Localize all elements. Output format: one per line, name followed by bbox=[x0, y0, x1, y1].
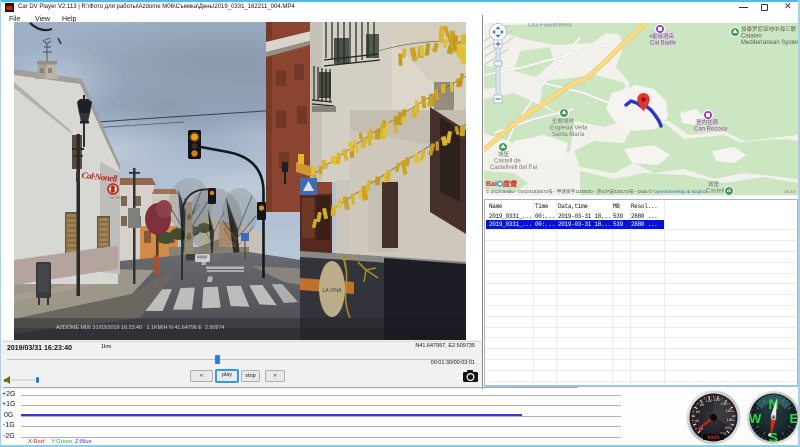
svg-text:Cal Badle: Cal Badle bbox=[650, 41, 677, 47]
svg-text:Castell de: Castell de bbox=[494, 159, 521, 165]
svg-text:Ctra Palautordera: Ctra Palautordera bbox=[528, 23, 572, 29]
svg-text:Castell de: Castell de bbox=[706, 189, 733, 195]
svg-text:Catalan: Catalan bbox=[741, 34, 762, 40]
svg-text:80: 80 bbox=[700, 402, 705, 407]
svg-text:Castellvell del Far: Castellvell del Far bbox=[490, 165, 538, 171]
svg-text:60: 60 bbox=[696, 409, 701, 414]
svg-text:km/h: km/h bbox=[708, 435, 720, 441]
svg-text:AZDOME M06 31/03/2019 16:23:40: AZDOME M06 31/03/2019 16:23:40 1.1KM/H N… bbox=[56, 325, 224, 331]
svg-text:100: 100 bbox=[706, 398, 713, 403]
svg-text:±8.10: ±8.10 bbox=[784, 189, 796, 194]
svg-text:圣教堠林: 圣教堠林 bbox=[552, 117, 575, 125]
svg-text:160: 160 bbox=[726, 408, 733, 413]
svg-text:180: 180 bbox=[727, 417, 734, 422]
svg-text:Esglesia Vella: Esglesia Vella bbox=[550, 126, 588, 132]
svg-text:200: 200 bbox=[725, 425, 732, 430]
svg-text:城堡: 城堡 bbox=[708, 180, 720, 188]
svg-text:40: 40 bbox=[695, 418, 700, 423]
svg-text:4星级酒店: 4星级酒店 bbox=[649, 32, 675, 40]
svg-text:140: 140 bbox=[721, 401, 728, 406]
svg-text:Mediterranean System: Mediterranean System bbox=[741, 40, 798, 46]
svg-text:城堡: 城堡 bbox=[498, 150, 510, 158]
svg-text:W: W bbox=[749, 411, 762, 426]
svg-text:室内住宿: 室内住宿 bbox=[696, 118, 719, 126]
svg-text:Santa Maria: Santa Maria bbox=[552, 132, 585, 138]
svg-text:Can Rocosa: Can Rocosa bbox=[694, 127, 728, 133]
svg-text:加泰罗尼亚地中海三联: 加泰罗尼亚地中海三联 bbox=[741, 25, 797, 33]
svg-text:E: E bbox=[790, 411, 799, 426]
